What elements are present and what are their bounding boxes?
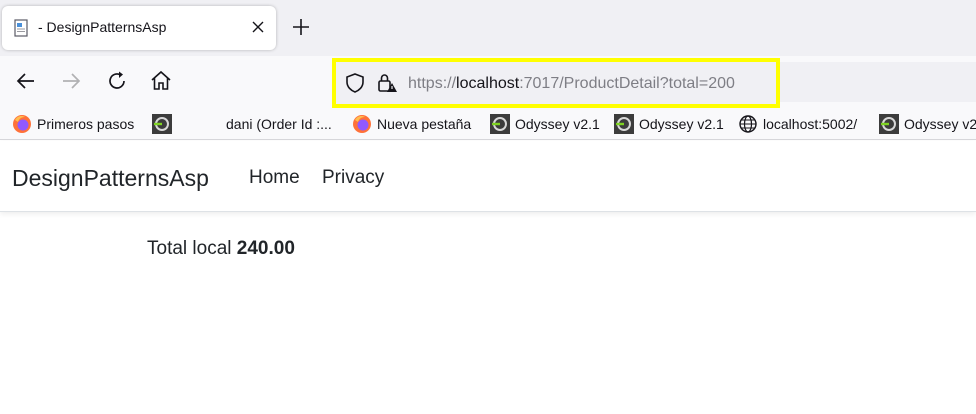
home-icon[interactable] [149,69,173,93]
bookmark-item[interactable]: Primeros pasos [12,114,134,134]
plus-icon[interactable] [291,17,311,37]
bookmark-label: Primeros pasos [37,116,135,132]
firefox-icon [353,115,371,133]
url-bar-extension[interactable] [780,62,976,102]
url-text[interactable]: https://localhost:7017/ProductDetail?tot… [408,75,735,93]
bookmark-label: Odyssey v2.1 [515,116,600,132]
odyssey-icon [879,114,899,134]
lock-warning-icon[interactable] [376,72,398,94]
bookmark-label: Odyssey v2 [904,116,976,132]
odyssey-icon [490,114,510,134]
firefox-icon [13,115,31,133]
url-path: :7017/ProductDetail?total=200 [519,75,735,92]
total-value: 240.00 [236,238,295,259]
browser-tab[interactable]: - DesignPatternsAsp [2,6,276,50]
bookmark-label: Nueva pestaña [377,116,472,132]
bookmark-item[interactable] [152,114,177,134]
globe-icon [739,115,757,133]
nav-toolbar: https://localhost:7017/ProductDetail?tot… [0,56,976,108]
url-bar[interactable]: https://localhost:7017/ProductDetail?tot… [332,58,780,108]
odyssey-icon [614,114,634,134]
bookmarks-toolbar: Primeros pasos dani (Order Id :... Nueva… [0,108,976,140]
total-label: Total local [147,238,232,259]
bookmark-item[interactable]: Odyssey v2 [879,114,976,134]
url-host: localhost [456,75,520,92]
page-icon [14,19,28,37]
close-icon[interactable] [250,19,266,35]
url-scheme: https:// [408,75,457,92]
bookmark-item[interactable]: Nueva pestaña [352,114,471,134]
bookmark-label: dani (Order Id :... [226,116,332,132]
reload-icon[interactable] [105,69,129,93]
tab-bar: - DesignPatternsAsp [0,0,976,56]
total-line: Total local 240.00 [147,238,295,260]
forward-arrow-icon[interactable] [59,69,83,93]
shield-icon[interactable] [344,72,366,94]
nav-link-home[interactable]: Home [249,167,300,189]
bookmark-label: Odyssey v2.1 [639,116,724,132]
bookmark-item[interactable]: Odyssey v2.1 [490,114,600,134]
site-navbar: DesignPatternsAsp Home Privacy [0,141,976,212]
bookmark-item[interactable]: dani (Order Id :... [226,114,332,134]
back-arrow-icon[interactable] [14,69,38,93]
nav-link-privacy[interactable]: Privacy [322,167,384,189]
bookmark-label: localhost:5002/ [763,116,858,132]
bookmark-item[interactable]: localhost:5002/ [738,114,857,134]
odyssey-icon [152,114,172,134]
site-brand[interactable]: DesignPatternsAsp [12,165,209,192]
bookmark-item[interactable]: Odyssey v2.1 [614,114,724,134]
tab-title: - DesignPatternsAsp [38,19,167,35]
